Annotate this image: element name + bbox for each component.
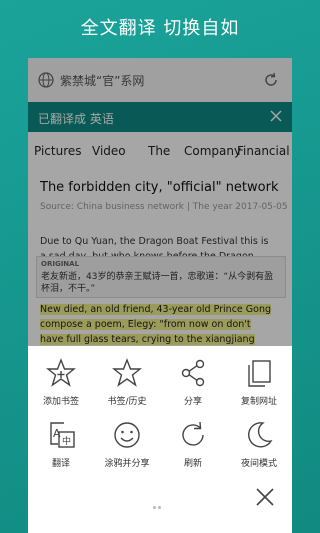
share-icon <box>181 359 205 387</box>
promo-title: 全文翻译 切换自如 <box>80 18 240 39</box>
translate-icon: A 中 <box>50 422 75 448</box>
night-mode-button[interactable]: 夜间模式 <box>226 420 292 482</box>
doodle-share-button[interactable]: 涂鸦并分享 <box>94 420 160 482</box>
bookmark-history-button[interactable]: 书签/历史 <box>94 358 160 420</box>
refresh-label: 刷新 <box>183 459 202 469</box>
add-bookmark-icon <box>46 358 76 387</box>
svg-text:中: 中 <box>62 435 71 447</box>
translate-label: 翻译 <box>51 459 70 469</box>
copy-url-label: 复制网址 <box>240 397 277 407</box>
translate-button[interactable]: A 中 翻译 <box>28 420 94 482</box>
close-icon[interactable] <box>254 486 276 508</box>
dim-overlay[interactable] <box>28 58 292 346</box>
page-dot <box>153 506 156 509</box>
page-indicator <box>152 494 162 513</box>
add-bookmark-label: 添加书签 <box>42 397 79 407</box>
refresh-button[interactable]: 刷新 <box>160 420 226 482</box>
night-mode-icon <box>248 422 273 448</box>
copy-url-button[interactable]: 复制网址 <box>226 358 292 420</box>
share-label: 分享 <box>183 397 202 407</box>
doodle-share-label: 涂鸦并分享 <box>104 459 150 469</box>
add-bookmark-button[interactable]: 添加书签 <box>28 358 94 420</box>
night-mode-label: 夜间模式 <box>240 459 277 469</box>
page-dot <box>158 506 161 509</box>
refresh-page-icon <box>182 421 204 446</box>
action-sheet: 添加书签 书签/历史 分享 复制网址 A 中 翻译 涂鸦并分享 刷新 夜间模式 <box>28 346 292 533</box>
bookmark-history-icon <box>112 358 142 387</box>
share-button[interactable]: 分享 <box>160 358 226 420</box>
bookmark-history-label: 书签/历史 <box>107 397 147 407</box>
svg-text:A: A <box>53 427 61 440</box>
doodle-share-icon <box>114 422 140 448</box>
phone-screen: 紫禁城“官”系网 已翻译成 英语 Pictures Video The Comp… <box>28 58 292 533</box>
copy-url-icon <box>248 360 271 387</box>
